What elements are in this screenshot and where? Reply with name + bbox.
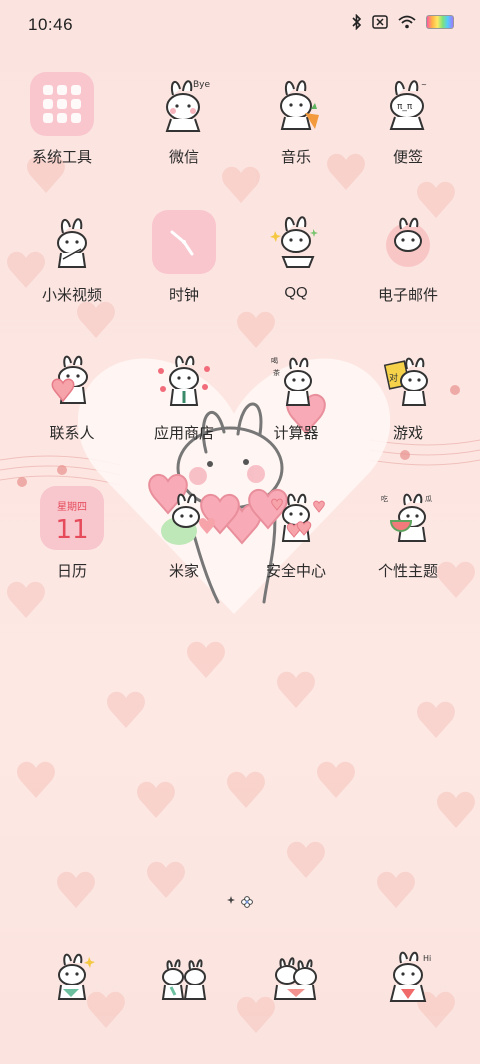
app-calendar[interactable]: 星期四 11 日历 bbox=[17, 486, 127, 606]
bunny-tea-icon: 喝茶 bbox=[264, 348, 328, 412]
app-label: 系统工具 bbox=[31, 149, 92, 166]
bunny-sparkle-dock-icon bbox=[40, 944, 104, 1008]
app-label: 时钟 bbox=[168, 287, 199, 304]
svg-text:瓜: 瓜 bbox=[425, 495, 432, 503]
app-label: 微信 bbox=[168, 149, 199, 166]
app-label: 日历 bbox=[56, 563, 87, 580]
app-qq[interactable]: QQ bbox=[241, 210, 351, 330]
app-label: 安全中心 bbox=[265, 563, 326, 580]
app-label: QQ bbox=[284, 284, 308, 301]
app-app-store[interactable]: 应用商店 bbox=[129, 348, 239, 468]
status-bar: 10:46 bbox=[0, 0, 480, 52]
bunny-bowl-icon bbox=[40, 210, 104, 274]
app-label: 游戏 bbox=[392, 425, 423, 442]
bunny-hi-dock-icon: Hi bbox=[376, 944, 440, 1008]
app-label: 计算器 bbox=[273, 425, 319, 442]
svg-text:喝: 喝 bbox=[271, 357, 278, 365]
clock-icon bbox=[152, 210, 216, 274]
battery-icon bbox=[426, 15, 454, 29]
app-themes[interactable]: 吃瓜 个性主题 bbox=[353, 486, 463, 606]
app-email[interactable]: 电子邮件 bbox=[353, 210, 463, 330]
bunny-sparkle-icon bbox=[264, 210, 328, 274]
svg-text:Bye: Bye bbox=[193, 80, 211, 90]
dock-app-2[interactable] bbox=[129, 944, 239, 1064]
calendar-day: 11 bbox=[55, 514, 89, 545]
svg-text:π_π: π_π bbox=[397, 102, 413, 112]
no-sim-icon bbox=[372, 15, 388, 29]
app-label: 小米视频 bbox=[41, 287, 102, 304]
calendar-weekday: 星期四 bbox=[57, 501, 87, 513]
app-label: 电子邮件 bbox=[377, 287, 438, 304]
two-bunnies-dock-icon bbox=[152, 944, 216, 1008]
app-notes[interactable]: π_π ~ 便签 bbox=[353, 72, 463, 192]
app-music[interactable]: 音乐 bbox=[241, 72, 351, 192]
bunny-heartbox-icon bbox=[152, 486, 216, 550]
app-label: 应用商店 bbox=[153, 425, 214, 442]
bunny-carrot-icon bbox=[264, 72, 328, 136]
dock-app-1[interactable] bbox=[17, 944, 127, 1064]
bunny-card-icon: 对 bbox=[376, 348, 440, 412]
calendar-icon: 星期四 11 bbox=[40, 486, 104, 550]
bunny-bouquet-icon bbox=[264, 486, 328, 550]
app-label: 联系人 bbox=[49, 425, 95, 442]
page-dot-icon bbox=[227, 896, 235, 904]
bunny-watermelon-icon: 吃瓜 bbox=[376, 486, 440, 550]
app-system-tools[interactable]: 系统工具 bbox=[7, 72, 117, 192]
page-indicator[interactable] bbox=[227, 896, 253, 908]
bunny-bye-icon: Bye bbox=[152, 72, 216, 136]
app-calculator[interactable]: 喝茶 计算器 bbox=[241, 348, 351, 468]
status-time: 10:46 bbox=[28, 15, 74, 34]
app-mi-home[interactable]: 米家 bbox=[129, 486, 239, 606]
svg-text:吃: 吃 bbox=[381, 494, 388, 503]
bunny-heart-icon bbox=[40, 348, 104, 412]
bunny-blanket-icon bbox=[376, 210, 440, 274]
app-mi-video[interactable]: 小米视频 bbox=[17, 210, 127, 330]
app-label: 便签 bbox=[392, 149, 423, 166]
app-label: 米家 bbox=[168, 563, 199, 580]
bunny-crying-icon: π_π ~ bbox=[376, 72, 440, 136]
bunny-hug-dock-icon bbox=[264, 944, 328, 1008]
bunny-hearts-icon bbox=[152, 348, 216, 412]
app-label: 音乐 bbox=[280, 149, 311, 166]
dock-app-4[interactable]: Hi bbox=[353, 944, 463, 1064]
wifi-icon bbox=[398, 15, 416, 29]
svg-text:对: 对 bbox=[389, 372, 398, 384]
app-security[interactable]: 安全中心 bbox=[241, 486, 351, 606]
app-label: 个性主题 bbox=[377, 563, 438, 580]
svg-text:~: ~ bbox=[421, 81, 427, 89]
folder-icon bbox=[30, 72, 94, 136]
app-games[interactable]: 对 游戏 bbox=[353, 348, 463, 468]
app-clock[interactable]: 时钟 bbox=[129, 210, 239, 330]
app-contacts[interactable]: 联系人 bbox=[17, 348, 127, 468]
page-flower-icon bbox=[241, 896, 253, 908]
bluetooth-icon bbox=[352, 14, 362, 30]
dock-app-3[interactable] bbox=[241, 944, 351, 1064]
svg-text:茶: 茶 bbox=[273, 368, 280, 377]
svg-text:Hi: Hi bbox=[423, 954, 431, 963]
app-wechat[interactable]: Bye 微信 bbox=[129, 72, 239, 192]
dock: Hi bbox=[0, 944, 480, 1014]
